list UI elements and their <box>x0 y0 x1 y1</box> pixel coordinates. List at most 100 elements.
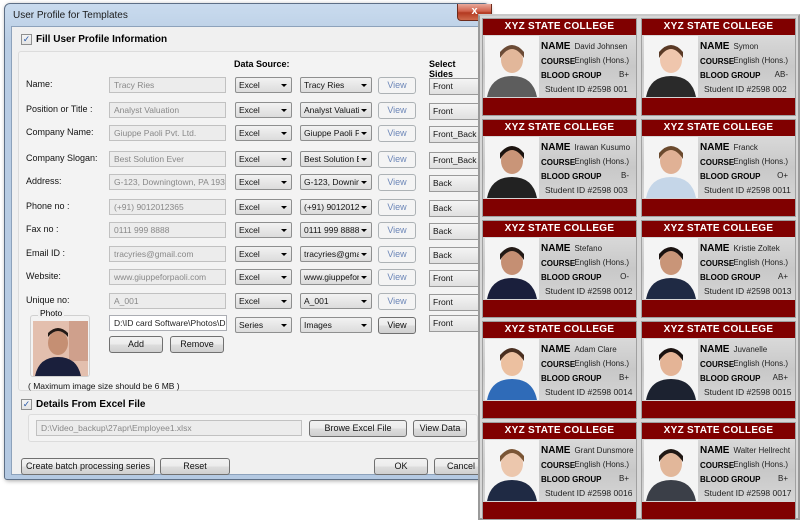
browse-excel-button[interactable]: Browe Excel File <box>309 420 407 437</box>
field-label: Company Name: <box>26 127 94 137</box>
card-college-title: XYZ STATE COLLEGE <box>642 423 795 439</box>
field-value-input[interactable]: www.giuppeforpaoli.com <box>109 269 226 285</box>
field-value-input[interactable]: tracyries@gmail.com <box>109 246 226 262</box>
field-view-button[interactable]: View <box>378 199 416 216</box>
field-side-dropdown[interactable]: Front <box>429 270 484 287</box>
card-blood-value: B+ <box>618 373 629 382</box>
card-photo <box>644 339 698 400</box>
person-photo-icon <box>644 440 698 501</box>
field-value-input[interactable]: G-123, Downingtown, PA 19335 <box>109 174 226 190</box>
field-source-dropdown[interactable]: Excel <box>235 246 292 262</box>
view-data-button[interactable]: View Data <box>413 420 467 437</box>
field-value-input[interactable]: Tracy Ries <box>109 77 226 93</box>
card-student-id: Student ID #2598 0015 <box>704 387 792 397</box>
field-side-dropdown[interactable]: Front <box>429 78 484 95</box>
card-name-value: Adam Clare <box>574 345 617 354</box>
field-side-dropdown[interactable]: Back <box>429 175 484 192</box>
reset-button[interactable]: Reset <box>160 458 230 475</box>
field-value-input[interactable]: A_001 <box>109 293 226 309</box>
field-view-button[interactable]: View <box>378 102 416 119</box>
field-side-dropdown[interactable]: Front_Back <box>429 126 484 143</box>
field-view-button[interactable]: View <box>378 151 416 168</box>
id-card[interactable]: XYZ STATE COLLEGE NAME Adam Clare COURSE Eng… <box>482 321 637 419</box>
card-blood-line: BLOOD GROUP AB+ <box>700 373 794 383</box>
card-photo <box>644 36 698 97</box>
field-source-dropdown[interactable]: Excel <box>235 77 292 93</box>
id-card[interactable]: XYZ STATE COLLEGE NAME Walter Hellrecht COU… <box>641 422 796 520</box>
person-photo-icon <box>485 339 539 400</box>
field-column-dropdown[interactable]: Giuppe Paoli Pv <box>300 125 372 141</box>
card-footer-band <box>642 502 795 519</box>
field-column-dropdown[interactable]: Best Solution Ev <box>300 151 372 167</box>
field-source-dropdown[interactable]: Excel <box>235 151 292 167</box>
field-value-input[interactable]: Analyst Valuation <box>109 102 226 118</box>
field-column-dropdown[interactable]: 0111 999 8888 <box>300 222 372 238</box>
field-side-dropdown[interactable]: Back <box>429 200 484 217</box>
field-source-dropdown[interactable]: Excel <box>235 199 292 215</box>
photo-view-button[interactable]: View <box>378 317 416 334</box>
person-photo-icon <box>644 339 698 400</box>
field-view-button[interactable]: View <box>378 222 416 239</box>
card-name-line: NAME Kristie Zoltek <box>700 243 794 254</box>
photo-source-dropdown[interactable]: Series <box>235 317 292 333</box>
field-source-dropdown[interactable]: Excel <box>235 293 292 309</box>
id-card[interactable]: XYZ STATE COLLEGE NAME Irawan Kusumo COURSE… <box>482 119 637 217</box>
field-side-dropdown[interactable]: Front <box>429 103 484 120</box>
field-label: Name: <box>26 79 53 89</box>
field-view-button[interactable]: View <box>378 269 416 286</box>
id-card[interactable]: XYZ STATE COLLEGE NAME Franck COURSE English… <box>641 119 796 217</box>
fill-profile-checkbox[interactable]: ✓ <box>21 34 32 45</box>
field-view-button[interactable]: View <box>378 246 416 263</box>
id-card[interactable]: XYZ STATE COLLEGE NAME Kristie Zoltek COURS… <box>641 220 796 318</box>
field-column-dropdown[interactable]: G-123, Downing <box>300 174 372 190</box>
card-blood-line: BLOOD GROUP B+ <box>541 474 635 484</box>
id-card[interactable]: XYZ STATE COLLEGE NAME Juvanelle COURSE Engl… <box>641 321 796 419</box>
photo-path-field[interactable]: D:\ID card Software\Photos\DSC <box>109 315 227 331</box>
remove-photo-button[interactable]: Remove <box>170 336 224 353</box>
photo-column-dropdown[interactable]: Images <box>300 317 372 333</box>
field-source-dropdown[interactable]: Excel <box>235 269 292 285</box>
person-photo-icon <box>644 36 698 97</box>
field-side-dropdown[interactable]: Back <box>429 223 484 240</box>
field-column-dropdown[interactable]: tracyries@gmail <box>300 246 372 262</box>
field-source-dropdown[interactable]: Excel <box>235 125 292 141</box>
card-blood-key: BLOOD GROUP <box>541 374 602 383</box>
field-value-input[interactable]: Giuppe Paoli Pvt. Ltd. <box>109 125 226 141</box>
card-name-line: NAME Franck <box>700 142 794 153</box>
id-card[interactable]: XYZ STATE COLLEGE NAME Stefano COURSE Englis… <box>482 220 637 318</box>
field-value-input[interactable]: 0111 999 8888 <box>109 222 226 238</box>
field-column-dropdown[interactable]: A_001 <box>300 293 372 309</box>
card-course-key: COURSE <box>541 158 576 167</box>
field-value-input[interactable]: (+91) 9012012365 <box>109 199 226 215</box>
field-source-dropdown[interactable]: Excel <box>235 174 292 190</box>
card-college-title: XYZ STATE COLLEGE <box>642 19 795 35</box>
field-source-dropdown[interactable]: Excel <box>235 222 292 238</box>
field-column-dropdown[interactable]: (+91) 90120123 <box>300 199 372 215</box>
id-card[interactable]: XYZ STATE COLLEGE NAME David Johnsen COURSE… <box>482 18 637 116</box>
create-batch-button[interactable]: Create batch processing series <box>21 458 155 475</box>
add-photo-button[interactable]: Add <box>109 336 163 353</box>
field-column-dropdown[interactable]: Analyst Valuatio <box>300 102 372 118</box>
card-photo <box>485 339 539 400</box>
id-card[interactable]: XYZ STATE COLLEGE NAME Grant Dunsmore COURS… <box>482 422 637 520</box>
id-card[interactable]: XYZ STATE COLLEGE NAME Symon COURSE English … <box>641 18 796 116</box>
field-view-button[interactable]: View <box>378 174 416 191</box>
excel-path-field[interactable]: D:\Video_backup\27apr\Employee1.xlsx <box>36 420 302 436</box>
field-side-dropdown[interactable]: Front_Back <box>429 152 484 169</box>
card-name-value: Walter Hellrecht <box>733 446 791 455</box>
photo-side-dropdown[interactable]: Front <box>429 315 484 332</box>
excel-checkbox[interactable]: ✓ <box>21 399 32 410</box>
field-view-button[interactable]: View <box>378 293 416 310</box>
title-bar[interactable]: User Profile for Templates <box>5 4 489 26</box>
field-view-button[interactable]: View <box>378 125 416 142</box>
card-preview-panel: XYZ STATE COLLEGE NAME David Johnsen COURSE… <box>478 14 800 520</box>
field-column-dropdown[interactable]: Tracy Ries <box>300 77 372 93</box>
field-view-button[interactable]: View <box>378 77 416 94</box>
person-photo-icon <box>33 321 88 376</box>
field-side-dropdown[interactable]: Front <box>429 294 484 311</box>
field-source-dropdown[interactable]: Excel <box>235 102 292 118</box>
ok-button[interactable]: OK <box>374 458 428 475</box>
field-column-dropdown[interactable]: www.giuppeforp <box>300 269 372 285</box>
field-side-dropdown[interactable]: Back <box>429 247 484 264</box>
field-value-input[interactable]: Best Solution Ever <box>109 151 226 167</box>
